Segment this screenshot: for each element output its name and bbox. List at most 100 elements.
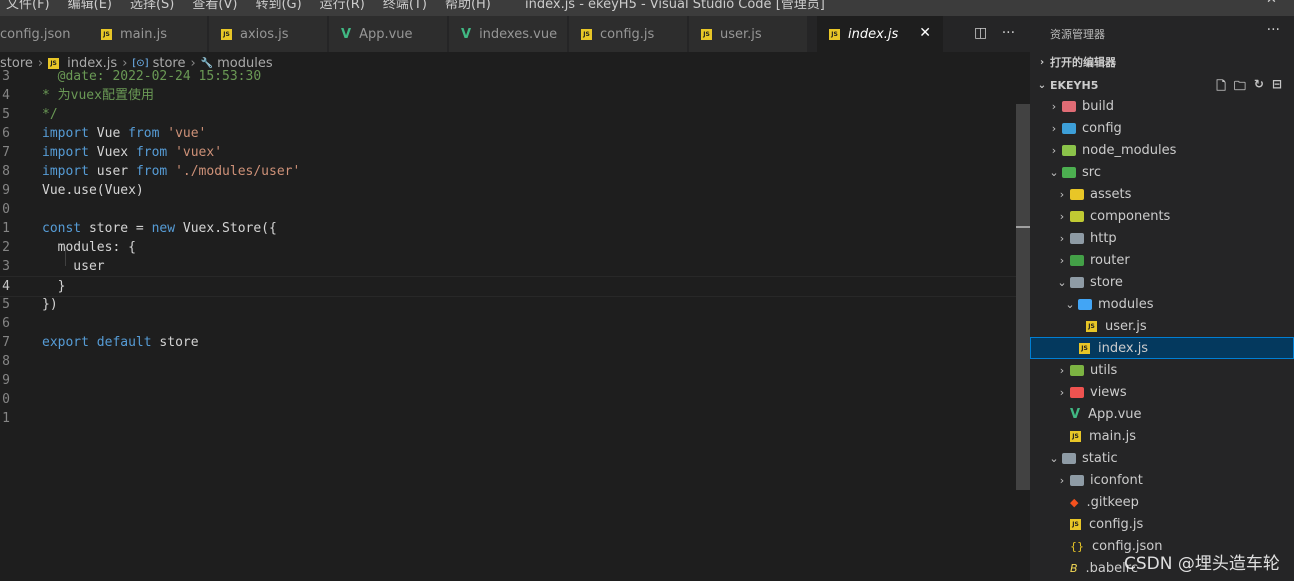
more-actions-icon[interactable]: ··· (1002, 25, 1015, 41)
tree-item-label: iconfont (1090, 472, 1143, 488)
more-actions-icon[interactable]: ··· (1267, 22, 1280, 38)
menu-item[interactable]: 运行(R) (320, 0, 365, 12)
tree-item-components[interactable]: › components (1030, 205, 1294, 227)
tab-axios-js[interactable]: JS axios.js (209, 16, 328, 52)
code-line[interactable]: 8 import user from './modules/user' (0, 162, 1016, 181)
tab-main-js[interactable]: JS main.js (89, 16, 208, 52)
line-number: 1 (2, 221, 10, 236)
scrollbar-cursor-marker (1016, 226, 1030, 228)
code-line[interactable]: 3 @date: 2022-02-24 15:53:30 (0, 67, 1016, 86)
tree-item-store[interactable]: ⌄ store (1030, 271, 1294, 293)
js-file-icon: JS (1086, 320, 1097, 332)
code-line[interactable]: 4 } (0, 276, 1016, 297)
tree-item-static[interactable]: ⌄ static (1030, 447, 1294, 469)
tree-item-config-js[interactable]: JS config.js (1030, 513, 1294, 535)
close-tab-icon[interactable]: ✕ (919, 25, 931, 41)
code-line[interactable]: 4 * 为vuex配置使用 (0, 86, 1016, 105)
code-line[interactable]: 2 modules: { (0, 238, 1016, 257)
menu-item[interactable]: 文件(F) (6, 0, 50, 12)
minimize-icon[interactable]: — (1210, 0, 1223, 7)
code-line[interactable]: 9 Vue.use(Vuex) (0, 181, 1016, 200)
tree-item-modules[interactable]: ⌄ modules (1030, 293, 1294, 315)
code-token: Vuex.Store({ (175, 221, 277, 236)
code-text: user (42, 257, 104, 276)
code-line[interactable]: 1 (0, 409, 1016, 428)
folder-icon (1070, 474, 1084, 486)
code-editor[interactable]: 3 @date: 2022-02-24 15:53:30 4 * 为vuex配置使用… (0, 69, 1016, 581)
tab-label: config.js (600, 26, 655, 42)
code-line[interactable]: 1 const store = new Vuex.Store({ (0, 219, 1016, 238)
tree-item-build[interactable]: › build (1030, 95, 1294, 117)
code-text: modules: { (42, 238, 136, 257)
code-line[interactable]: 0 (0, 390, 1016, 409)
tab-config-js[interactable]: JS config.js (569, 16, 688, 52)
project-section[interactable]: ⌄ EKEYH5 🗋 🗀 ↻ ⊟ (1030, 74, 1294, 96)
tree-item-label: build (1082, 98, 1114, 114)
vue-file-icon: V (461, 26, 472, 42)
explorer-sidebar: 资源管理器 ··· › 打开的编辑器 ⌄ EKEYH5 🗋 🗀 ↻ ⊟ › bui… (1030, 16, 1294, 581)
tree-item-iconfont[interactable]: › iconfont (1030, 469, 1294, 491)
code-text: @date: 2022-02-24 15:53:30 (42, 67, 262, 86)
tab-indexes-vue[interactable]: Vindexes.vue (449, 16, 568, 52)
code-token: export (42, 335, 89, 350)
tree-item-assets[interactable]: › assets (1030, 183, 1294, 205)
code-line[interactable]: 6 (0, 314, 1016, 333)
tree-item-router[interactable]: › router (1030, 249, 1294, 271)
menu-item[interactable]: 编辑(E) (68, 0, 112, 12)
code-line[interactable]: 9 (0, 371, 1016, 390)
folder-icon (1070, 386, 1084, 398)
code-text: import user from './modules/user' (42, 162, 300, 181)
js-file-icon: JS (221, 28, 232, 40)
line-number: 3 (2, 259, 10, 274)
tree-item-App-vue[interactable]: V App.vue (1030, 403, 1294, 425)
tree-item-user-js[interactable]: JS user.js (1030, 315, 1294, 337)
tab-App-vue[interactable]: V App.vue (329, 16, 448, 52)
code-line[interactable]: 6 import Vue from 'vue' (0, 124, 1016, 143)
menu-item[interactable]: 查看(V) (192, 0, 237, 12)
tree-item-label: store (1090, 274, 1123, 290)
code-line[interactable]: 3 user (0, 257, 1016, 276)
menu-item[interactable]: 帮助(H) (445, 0, 491, 12)
code-text: const store = new Vuex.Store({ (42, 219, 277, 238)
line-number: 8 (2, 164, 10, 179)
split-editor-icon[interactable]: ◫ (974, 25, 987, 41)
editor-tabs: {}config.jsonJSmain.jsJSaxios.jsVApp.vue… (0, 16, 1030, 52)
close-window-icon[interactable]: ✕ (1266, 0, 1277, 7)
menu-item[interactable]: 终端(T) (383, 0, 427, 12)
window-title: index.js - ekeyH5 - Visual Studio Code [… (525, 0, 825, 12)
tab-user-js[interactable]: JS user.js (689, 16, 808, 52)
chevron-right-icon: › (1051, 121, 1057, 135)
chevron-right-icon: › (1059, 187, 1065, 201)
menu-item[interactable]: 选择(S) (130, 0, 174, 12)
tree-item-label: static (1082, 450, 1118, 466)
open-editors-section[interactable]: › 打开的编辑器 (1030, 51, 1294, 73)
tree-item-node_modules[interactable]: › node_modules (1030, 139, 1294, 161)
code-line[interactable]: 7 export default store (0, 333, 1016, 352)
code-line[interactable]: 0 (0, 200, 1016, 219)
tree-item-main-js[interactable]: JS main.js (1030, 425, 1294, 447)
code-line[interactable]: 8 (0, 352, 1016, 371)
tree-item-index-js[interactable]: JS index.js (1030, 337, 1294, 359)
code-line[interactable]: 5}) (0, 295, 1016, 314)
code-token: import (42, 145, 89, 160)
folder-icon (1070, 210, 1084, 222)
tree-item-http[interactable]: › http (1030, 227, 1294, 249)
editor-scrollbar[interactable] (1016, 104, 1030, 490)
code-token: @date: 2022-02-24 15:53:30 (42, 69, 262, 84)
chevron-right-icon: › (1059, 363, 1065, 377)
js-file-icon: JS (581, 28, 592, 40)
tree-item-utils[interactable]: › utils (1030, 359, 1294, 381)
tree-item-config[interactable]: › config (1030, 117, 1294, 139)
tree-item-label: App.vue (1088, 406, 1142, 422)
menu-item[interactable]: 转到(G) (255, 0, 301, 12)
tree-item-gitkeep[interactable]: ◆ .gitkeep (1030, 491, 1294, 513)
chevron-down-icon: ⌄ (1065, 297, 1075, 311)
code-line[interactable]: 5 */ (0, 105, 1016, 124)
code-line[interactable]: 7 import Vuex from 'vuex' (0, 143, 1016, 162)
folder-icon (1078, 298, 1092, 310)
tree-item-views[interactable]: › views (1030, 381, 1294, 403)
title-bar: 文件(F) 编辑(E) 选择(S) 查看(V) 转到(G) 运行(R) 终端(T) 帮助(H)… (0, 0, 1294, 16)
tree-item-src[interactable]: ⌄ src (1030, 161, 1294, 183)
line-number: 7 (2, 145, 10, 160)
tab-index-js[interactable]: JS index.js ✕ (817, 16, 944, 52)
